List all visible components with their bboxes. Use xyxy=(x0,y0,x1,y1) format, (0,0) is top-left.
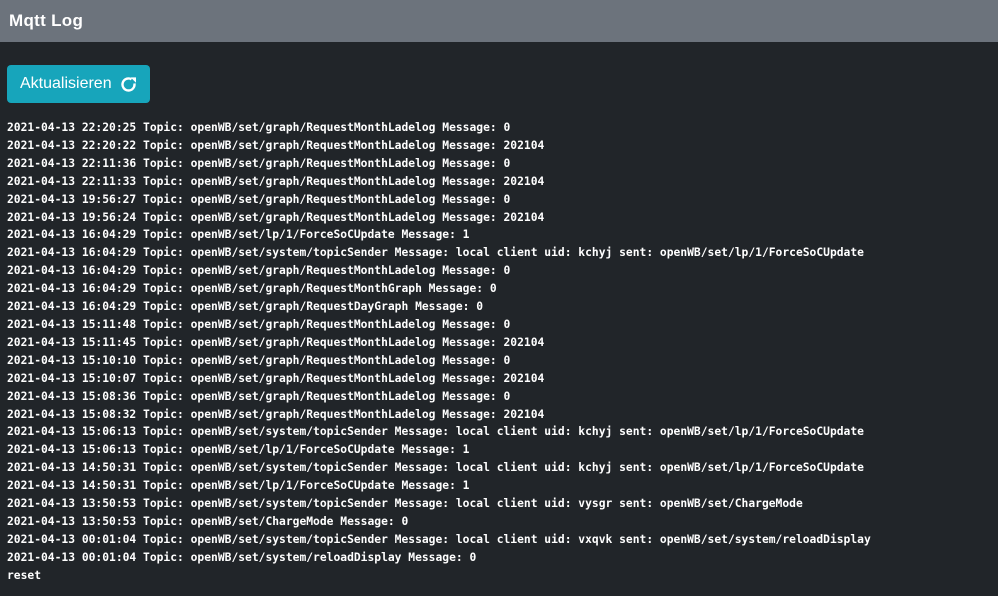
log-line: 2021-04-13 22:20:25 Topic: openWB/set/gr… xyxy=(7,121,511,134)
log-line: 2021-04-13 16:04:29 Topic: openWB/set/sy… xyxy=(7,246,864,260)
refresh-button-label: Aktualisieren xyxy=(20,75,112,92)
log-line: 2021-04-13 15:06:13 Topic: openWB/set/sy… xyxy=(7,425,864,439)
log-line: 2021-04-13 22:20:22 Topic: openWB/set/gr… xyxy=(7,138,545,152)
log-line: 2021-04-13 15:11:45 Topic: openWB/set/gr… xyxy=(7,335,545,349)
log-line: 2021-04-13 15:08:32 Topic: openWB/set/gr… xyxy=(7,407,545,421)
log-line: 2021-04-13 19:56:27 Topic: openWB/set/gr… xyxy=(7,192,511,206)
page-header: Mqtt Log xyxy=(0,0,998,42)
log-line: 2021-04-13 00:01:04 Topic: openWB/set/sy… xyxy=(7,550,477,564)
log-line: 2021-04-13 15:06:13 Topic: openWB/set/lp… xyxy=(7,443,470,457)
log-line: 2021-04-13 13:50:53 Topic: openWB/set/sy… xyxy=(7,497,803,511)
log-line: 2021-04-13 16:04:29 Topic: openWB/set/gr… xyxy=(7,264,511,278)
log-line: 2021-04-13 14:50:31 Topic: openWB/set/sy… xyxy=(7,461,864,475)
log-line: 2021-04-13 16:04:29 Topic: openWB/set/gr… xyxy=(7,282,497,296)
log-line: 2021-04-13 22:11:33 Topic: openWB/set/gr… xyxy=(7,174,545,188)
refresh-icon xyxy=(120,76,137,93)
log-line: 2021-04-13 15:10:07 Topic: openWB/set/gr… xyxy=(7,371,545,385)
mqtt-log: 2021-04-13 22:20:25 Topic: openWB/set/gr… xyxy=(7,119,998,585)
log-line: 2021-04-13 19:56:24 Topic: openWB/set/gr… xyxy=(7,210,545,224)
log-line: 2021-04-13 16:04:29 Topic: openWB/set/lp… xyxy=(7,228,470,242)
log-line: 2021-04-13 15:08:36 Topic: openWB/set/gr… xyxy=(7,389,511,403)
log-line: 2021-04-13 15:11:48 Topic: openWB/set/gr… xyxy=(7,317,511,331)
refresh-button[interactable]: Aktualisieren xyxy=(7,65,150,103)
log-line: reset xyxy=(7,568,42,582)
log-line: 2021-04-13 22:11:36 Topic: openWB/set/gr… xyxy=(7,156,511,170)
log-line: 2021-04-13 14:50:31 Topic: openWB/set/lp… xyxy=(7,479,470,493)
content: Aktualisieren 2021-04-13 22:20:25 Topic:… xyxy=(0,42,998,585)
log-line: 2021-04-13 13:50:53 Topic: openWB/set/Ch… xyxy=(7,514,409,528)
log-line: 2021-04-13 15:10:10 Topic: openWB/set/gr… xyxy=(7,353,511,367)
page-title: Mqtt Log xyxy=(9,11,84,30)
log-line: 2021-04-13 00:01:04 Topic: openWB/set/sy… xyxy=(7,532,871,546)
log-line: 2021-04-13 16:04:29 Topic: openWB/set/gr… xyxy=(7,300,484,314)
